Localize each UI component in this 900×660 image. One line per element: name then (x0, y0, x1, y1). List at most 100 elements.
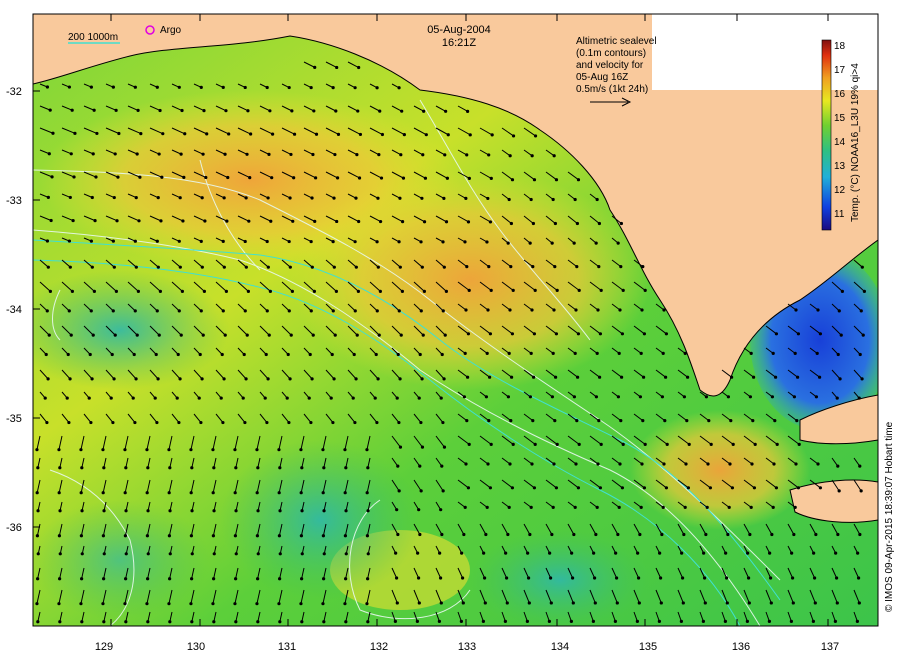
velocity-arrow-head (255, 491, 259, 495)
velocity-arrow-head (332, 377, 336, 381)
velocity-arrow-head (723, 619, 727, 624)
velocity-arrow-head (441, 420, 445, 425)
velocity-arrow-head (89, 309, 93, 313)
velocity-arrow-head (594, 241, 598, 245)
velocity-arrow-head (248, 175, 252, 180)
velocity-arrow-head (812, 576, 817, 580)
velocity-arrow-head (58, 466, 62, 470)
velocity-arrow-head (575, 265, 579, 269)
velocity-arrow-head (572, 395, 577, 399)
velocity-arrow-head (424, 133, 428, 137)
velocity-arrow-head (220, 352, 224, 357)
velocity-arrow-head (835, 601, 839, 605)
velocity-arrow-head (730, 375, 734, 379)
velocity-arrow-head (161, 132, 165, 136)
velocity-arrow-head (309, 85, 313, 90)
velocity-arrow-head (771, 505, 775, 509)
velocity-arrow-head (597, 265, 601, 269)
velocity-arrow-head (134, 195, 138, 200)
velocity-arrow-head (508, 308, 512, 312)
velocity-arrow-head (443, 333, 447, 337)
velocity-arrow-head (551, 351, 555, 355)
velocity-arrow-head (421, 153, 425, 157)
velocity-arrow-head (462, 532, 466, 537)
velocity-arrow-head (774, 332, 779, 336)
velocity-arrow-head (197, 396, 201, 400)
velocity-arrow-head (212, 620, 216, 624)
velocity-arrow-head (464, 196, 468, 200)
velocity-arrow-head (309, 309, 313, 313)
velocity-arrow-head (154, 352, 158, 357)
velocity-arrow-head (255, 602, 259, 606)
velocity-arrow-head (157, 152, 161, 156)
velocity-arrow-head (773, 419, 777, 423)
velocity-arrow-head (146, 577, 150, 581)
velocity-arrow-head (527, 601, 531, 605)
velocity-arrow-head (190, 577, 194, 581)
velocity-arrow-head (222, 265, 226, 269)
velocity-arrow-head (459, 619, 463, 624)
velocity-arrow-head (439, 508, 443, 512)
velocity-arrow-head (365, 534, 369, 538)
velocity-arrow-head (158, 289, 162, 293)
velocity-arrow-head (90, 195, 94, 200)
velocity-arrow-head (299, 602, 303, 606)
velocity-arrow-head (790, 551, 794, 555)
velocity-arrow-head (212, 466, 216, 470)
velocity-arrow-head (621, 442, 625, 446)
velocity-arrow-head (356, 289, 360, 293)
velocity-arrow-head (199, 239, 203, 243)
velocity-arrow-head (855, 619, 859, 624)
velocity-arrow-head (796, 375, 800, 379)
velocity-arrow-head (379, 219, 383, 224)
velocity-arrow-head (575, 419, 579, 423)
velocity-arrow-head (378, 289, 382, 293)
velocity-arrow-head (111, 85, 115, 89)
velocity-arrow-head (377, 153, 381, 157)
velocity-arrow-head (256, 577, 260, 581)
velocity-arrow-head (488, 332, 492, 336)
velocity-arrow-head (397, 240, 401, 244)
velocity-arrow-head (418, 464, 422, 468)
velocity-arrow-head (357, 176, 362, 180)
velocity-arrow-head (366, 552, 370, 556)
velocity-arrow-head (190, 620, 194, 624)
velocity-arrow-head (730, 486, 735, 490)
colorbar-tick: 12 (834, 185, 846, 196)
velocity-arrow-head (288, 265, 292, 269)
velocity-arrow-head (124, 620, 128, 624)
velocity-arrow-head (594, 395, 599, 399)
velocity-arrow-head (277, 602, 281, 606)
velocity-arrow-head (375, 240, 379, 244)
velocity-arrow-head (212, 509, 216, 513)
velocity-arrow-head (65, 396, 69, 400)
velocity-arrow-head (269, 219, 273, 223)
velocity-arrow-head (111, 309, 115, 313)
velocity-arrow-head (398, 196, 402, 200)
velocity-arrow-head (290, 109, 294, 113)
velocity-arrow-head (620, 486, 625, 490)
velocity-arrow-head (268, 289, 272, 293)
velocity-arrow-head (155, 85, 159, 89)
velocity-arrow-head (321, 534, 325, 538)
velocity-arrow-head (124, 466, 128, 470)
cool-water-region (33, 270, 230, 390)
velocity-arrow-head (419, 489, 423, 493)
velocity-arrow-head (356, 109, 360, 113)
velocity-arrow-head (343, 602, 347, 606)
velocity-arrow-head (595, 505, 599, 509)
velocity-arrow-head (48, 108, 52, 112)
velocity-arrow-head (466, 332, 470, 336)
velocity-arrow-head (529, 197, 533, 202)
velocity-arrow-head (234, 620, 238, 624)
velocity-arrow-head (310, 377, 314, 381)
velocity-arrow-head (234, 577, 238, 581)
velocity-arrow-head (636, 576, 641, 580)
velocity-arrow-head (503, 619, 507, 624)
colorbar-tick: 11 (834, 209, 845, 220)
velocity-arrow-head (313, 219, 317, 223)
velocity-arrow-head (332, 196, 336, 200)
velocity-arrow-head (683, 505, 687, 509)
velocity-arrow-head (300, 552, 304, 556)
velocity-arrow-head (658, 576, 663, 580)
